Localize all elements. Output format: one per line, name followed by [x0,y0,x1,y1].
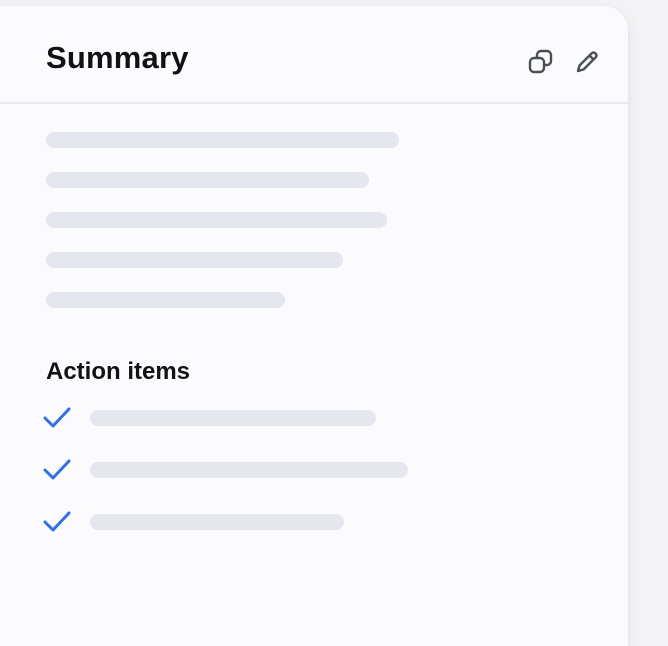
edit-button[interactable] [572,47,602,77]
skeleton-line [46,292,285,308]
check-icon [43,459,71,480]
skeleton-line [46,132,399,148]
copy-icon [528,49,553,74]
skeleton-line [46,212,387,228]
card-title: Summary [46,40,189,75]
action-item [42,456,462,484]
check-icon [43,407,71,428]
skeleton-line [46,252,343,268]
copy-button[interactable] [526,47,556,77]
skeleton-line [90,410,376,426]
pencil-icon [576,51,598,73]
skeleton-line [46,172,369,188]
check-icon [43,511,71,532]
action-items-title: Action items [46,358,191,385]
skeleton-line [90,514,344,530]
action-item [42,508,462,536]
card-header: Summary [0,6,628,104]
summary-card: Summary Action items [0,6,628,646]
skeleton-line [90,462,408,478]
action-item [42,404,462,432]
